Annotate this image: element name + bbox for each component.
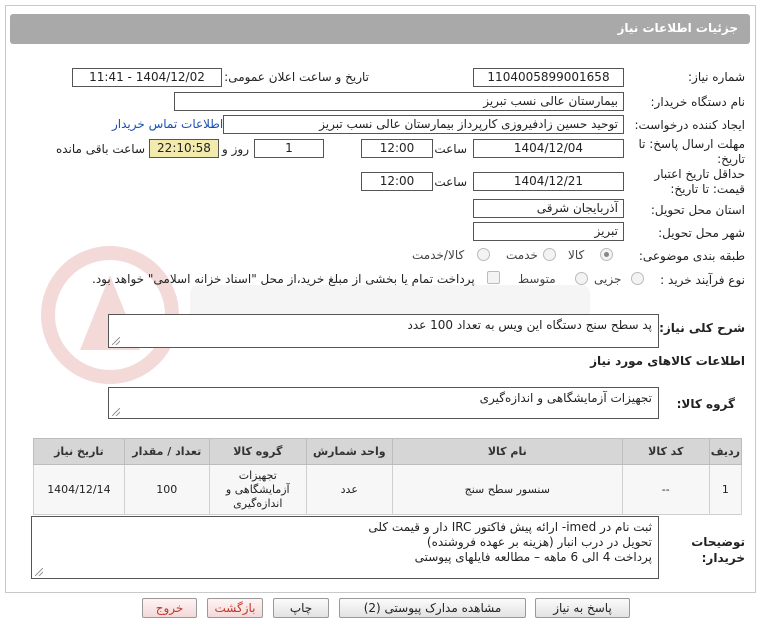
cell-unit: عدد <box>305 464 393 515</box>
col-name: نام کالا <box>391 438 623 465</box>
page-header: جزئیات اطلاعات نیاز <box>10 14 750 44</box>
day-and-label: روز و <box>222 142 249 156</box>
need-number-field[interactable]: 1104005899001658 <box>473 68 624 87</box>
goods-group-text: تجهیزات آزمایشگاهی و اندازه‌گیری <box>479 391 652 405</box>
description-textarea[interactable]: پد سطح سنج دستگاه این ویس به تعداد 100 ع… <box>108 314 659 348</box>
process-partial-radio[interactable] <box>631 272 644 285</box>
page-title: جزئیات اطلاعات نیاز <box>617 21 738 35</box>
need-number-label: شماره نیاز: <box>688 70 745 84</box>
col-qty: تعداد / مقدار <box>123 438 210 465</box>
description-label: شرح کلی نیاز: <box>659 321 745 335</box>
category-both-label: کالا/خدمت <box>412 248 465 262</box>
col-row: ردیف <box>708 438 743 465</box>
back-button[interactable]: بازگشت <box>207 598 263 618</box>
category-label: طبقه بندی موضوعی: <box>638 249 745 263</box>
print-button[interactable]: چاپ <box>273 598 329 618</box>
deadline-time-label: ساعت <box>434 142 467 156</box>
process-medium-radio[interactable] <box>575 272 588 285</box>
cell-code: -- <box>621 464 710 515</box>
goods-section-title: اطلاعات کالاهای مورد نیاز <box>590 354 745 368</box>
cell-qty: 100 <box>123 464 210 515</box>
buyer-notes-line: تحویل در درب انبار (هزینه بر عهده فروشند… <box>426 535 652 549</box>
resize-grip-icon[interactable] <box>112 337 120 345</box>
table-header-row: ردیف کد کالا نام کالا واحد شمارش گروه کا… <box>33 438 743 465</box>
buyer-org-label: نام دستگاه خریدار: <box>650 95 746 109</box>
col-code: کد کالا <box>621 438 710 465</box>
process-medium-label: متوسط <box>518 272 556 286</box>
remaining-label: ساعت باقی مانده <box>55 142 145 156</box>
validity-label: حداقل تاریخ اعتبار قیمت: تا تاریخ: <box>654 167 745 196</box>
description-text: پد سطح سنج دستگاه این ویس به تعداد 100 ع… <box>407 318 652 332</box>
view-documents-button[interactable]: مشاهده مدارک پیوستی (2) <box>339 598 526 618</box>
buyer-notes-textarea[interactable]: ثبت نام در imed- ارائه پیش فاکتور IRC دا… <box>31 516 659 579</box>
city-field[interactable]: تبریز <box>473 222 624 241</box>
table-row[interactable]: 1 -- سنسور سطح سنج عدد تجهیزات آزمایشگاه… <box>33 464 743 515</box>
category-both-radio[interactable] <box>477 248 490 261</box>
buyer-org-field[interactable]: بیمارستان عالی نسب تبریز <box>174 92 624 111</box>
cell-group: تجهیزات آزمایشگاهی و اندازه‌گیری <box>208 464 307 515</box>
goods-group-label: گروه کالا: <box>676 397 735 411</box>
buyer-notes-label: توضیحات خریدار: <box>691 535 745 565</box>
deadline-time-field[interactable]: 12:00 <box>361 139 433 158</box>
goods-group-textarea[interactable]: تجهیزات آزمایشگاهی و اندازه‌گیری <box>108 387 659 419</box>
validity-time-field[interactable]: 12:00 <box>361 172 433 191</box>
resize-grip-icon[interactable] <box>112 408 120 416</box>
col-date: تاریخ نیاز <box>33 438 125 465</box>
announce-label: تاریخ و ساعت اعلان عمومی: <box>224 70 369 84</box>
treasury-checkbox[interactable] <box>487 271 500 284</box>
treasury-text: پرداخت تمام یا بخشی از مبلغ خرید،از محل … <box>92 272 475 286</box>
process-label: نوع فرآیند خرید : <box>660 273 745 287</box>
validity-time-label: ساعت <box>434 175 467 189</box>
deadline-label: مهلت ارسال پاسخ: تا تاریخ: <box>638 137 745 166</box>
resize-grip-icon[interactable] <box>35 568 43 576</box>
exit-button[interactable]: خروج <box>142 598 197 618</box>
cell-row: 1 <box>708 464 743 515</box>
remaining-time-field: 22:10:58 <box>149 139 219 158</box>
requester-field[interactable]: توحید حسین زادفیروزی کارپرداز بیمارستان … <box>223 115 624 134</box>
category-goods-radio[interactable] <box>600 248 613 261</box>
requester-label: ایجاد کننده درخواست: <box>634 118 745 132</box>
city-label: شهر محل تحویل: <box>658 226 745 240</box>
category-goods-label: کالا <box>568 248 585 262</box>
items-table: ردیف کد کالا نام کالا واحد شمارش گروه کا… <box>33 438 743 515</box>
validity-date-field[interactable]: 1404/12/21 <box>473 172 624 191</box>
province-field[interactable]: آذربایجان شرقی <box>473 199 624 218</box>
category-service-radio[interactable] <box>543 248 556 261</box>
buyer-notes-line: ثبت نام در imed- ارائه پیش فاکتور IRC دا… <box>368 520 652 534</box>
province-label: استان محل تحویل: <box>650 203 745 217</box>
deadline-date-field[interactable]: 1404/12/04 <box>473 139 624 158</box>
days-field[interactable]: 1 <box>254 139 324 158</box>
col-unit: واحد شمارش <box>305 438 393 465</box>
process-partial-label: جزیی <box>594 272 622 286</box>
buyer-notes-line: پرداخت 4 الی 6 ماهه – مطالعه فایلهای پیو… <box>414 550 652 564</box>
cell-name: سنسور سطح سنج <box>391 464 623 515</box>
category-service-label: خدمت <box>506 248 538 262</box>
reply-button[interactable]: پاسخ به نیاز <box>535 598 630 618</box>
cell-date: 1404/12/14 <box>33 464 125 515</box>
col-group: گروه کالا <box>208 438 307 465</box>
contact-info-link[interactable]: اطلاعات تماس خریدار <box>112 117 223 131</box>
announce-field[interactable]: 1404/12/02 - 11:41 <box>72 68 222 87</box>
